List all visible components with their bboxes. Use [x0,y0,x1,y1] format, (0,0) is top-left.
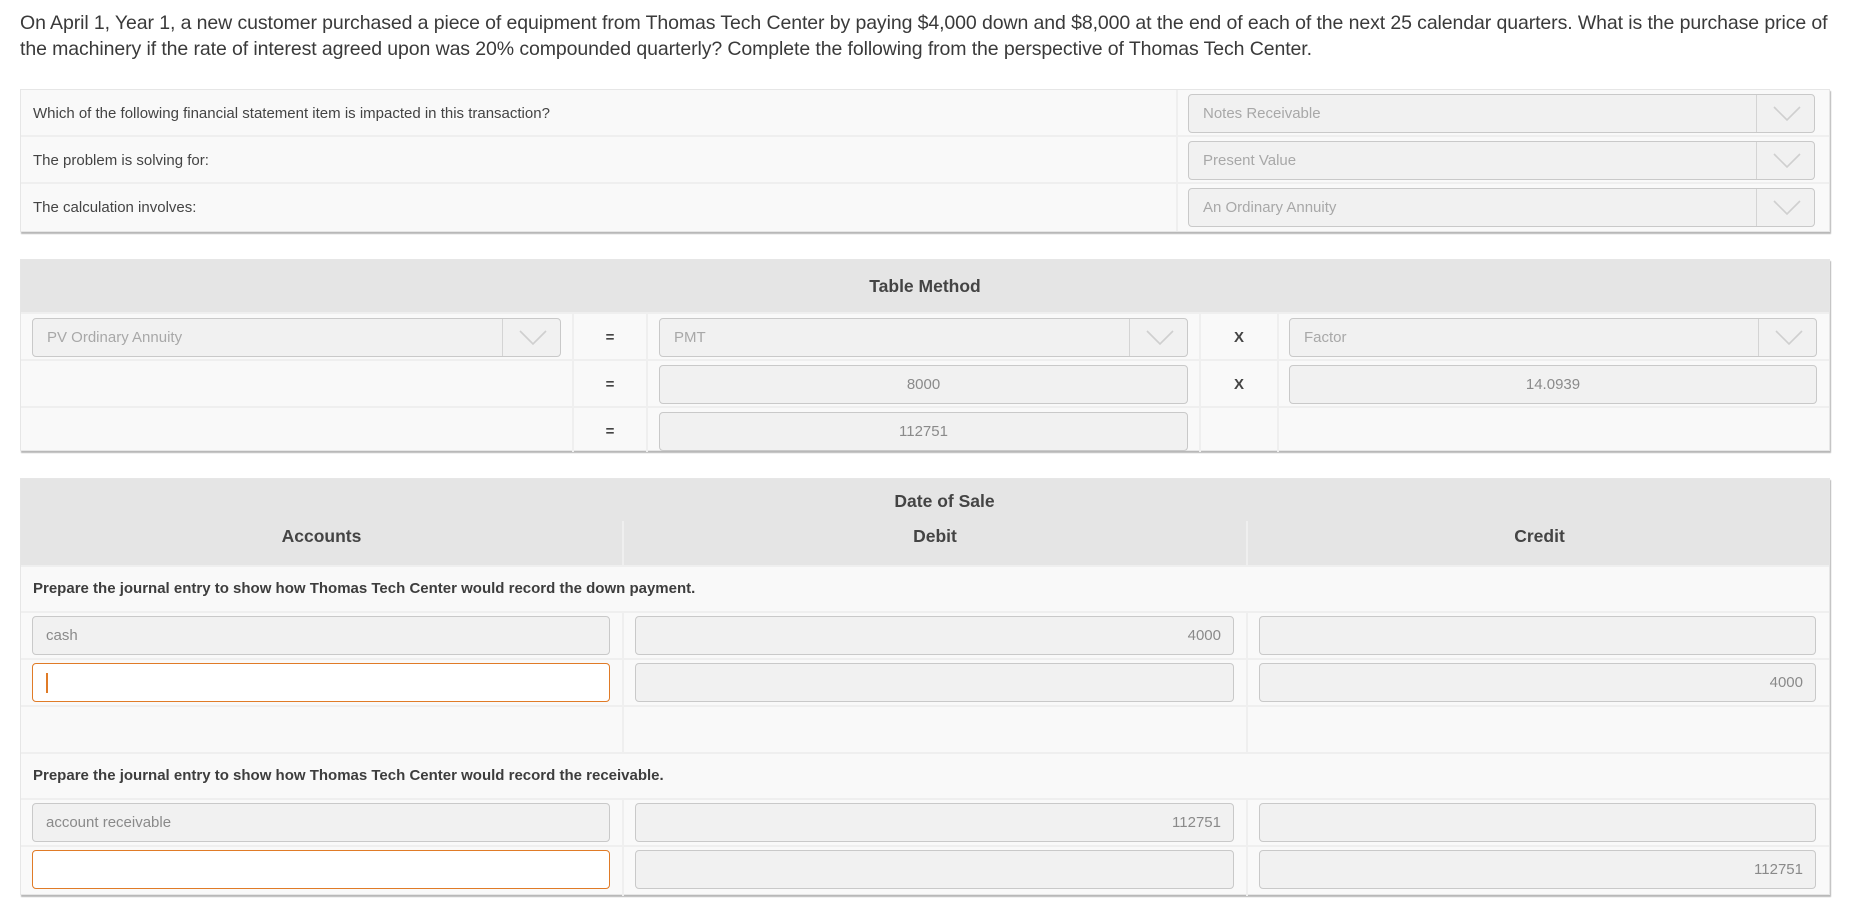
formula-row: = 112751 [21,406,1829,453]
table-method-header: Table Method [21,260,1829,312]
selected-value: Factor [1304,329,1347,346]
journal-line: 112751 [21,845,1829,894]
pmt-value-field[interactable]: 8000 [659,365,1188,404]
question-label: The calculation involves: [33,199,197,216]
question-row: Which of the following financial stateme… [21,90,1829,137]
journal-entry-panel: Date of Sale Accounts Debit Credit Prepa… [20,478,1830,896]
empty-journal-line [21,705,1829,752]
formula-row: = 8000 X 14.0939 [21,359,1829,406]
pv-type-select[interactable]: PV Ordinary Annuity [32,318,561,357]
credit-column-header: Credit [1514,526,1565,546]
pmt-select[interactable]: PMT [659,318,1188,357]
credit-field[interactable] [1259,803,1816,842]
calculation-involves-select[interactable]: An Ordinary Annuity [1188,188,1815,227]
present-value-result-field[interactable]: 112751 [659,412,1188,451]
selected-value: PMT [674,329,706,346]
account-field[interactable]: cash [32,616,610,655]
chevron-down-icon[interactable] [502,319,560,356]
column-divider [1246,521,1248,565]
equals-sign: = [605,329,615,346]
chevron-down-icon[interactable] [1758,319,1816,356]
instruction-row: Prepare the journal entry to show how Th… [21,752,1829,798]
selected-value: PV Ordinary Annuity [47,329,183,346]
multiply-sign: X [1233,376,1244,393]
debit-column-header: Debit [913,526,957,546]
journal-line: 4000 [21,658,1829,705]
debit-field[interactable] [635,850,1234,889]
credit-field[interactable] [1259,616,1816,655]
selected-value: An Ordinary Annuity [1203,199,1337,216]
credit-field[interactable]: 112751 [1259,850,1816,889]
equals-sign: = [605,423,615,440]
account-field[interactable] [32,663,610,702]
credit-field[interactable]: 4000 [1259,663,1816,702]
factor-value-field[interactable]: 14.0939 [1289,365,1817,404]
account-field[interactable] [32,850,610,889]
column-divider [622,521,624,565]
instruction-row: Prepare the journal entry to show how Th… [21,565,1829,611]
accounts-column-header: Accounts [281,526,362,546]
chevron-down-icon[interactable] [1756,142,1814,179]
question-text: On April 1, Year 1, a new customer purch… [20,12,1828,60]
text-cursor [46,673,48,693]
debit-field[interactable]: 4000 [635,616,1234,655]
selected-value: Present Value [1203,152,1297,169]
factor-select[interactable]: Factor [1289,318,1817,357]
question-row: The problem is solving for: Present Valu… [21,137,1829,184]
instruction-text: Prepare the journal entry to show how Th… [33,580,696,597]
journal-line: account receivable 112751 [21,798,1829,845]
question-label: The problem is solving for: [33,152,209,169]
chevron-down-icon[interactable] [1129,319,1187,356]
solving-for-select[interactable]: Present Value [1188,141,1815,180]
question-panel: Which of the following financial stateme… [20,89,1830,232]
formula-row: PV Ordinary Annuity = PMT X Factor [21,312,1829,359]
table-method-panel: Table Method PV Ordinary Annuity = PMT X… [20,259,1830,453]
chevron-down-icon[interactable] [1756,95,1814,132]
question-row: The calculation involves: An Ordinary An… [21,184,1829,231]
account-field[interactable]: account receivable [32,803,610,842]
equals-sign: = [605,376,615,393]
date-of-sale-header: Date of Sale [894,491,995,511]
statement-item-select[interactable]: Notes Receivable [1188,94,1815,133]
question-label: Which of the following financial stateme… [33,105,550,122]
table-method-title: Table Method [869,276,981,296]
selected-value: Notes Receivable [1203,105,1321,122]
journal-header: Date of Sale Accounts Debit Credit [21,479,1829,565]
multiply-sign: X [1233,329,1244,346]
debit-field[interactable] [635,663,1234,702]
chevron-down-icon[interactable] [1756,189,1814,226]
debit-field[interactable]: 112751 [635,803,1234,842]
journal-line: cash 4000 [21,611,1829,658]
instruction-text: Prepare the journal entry to show how Th… [33,767,664,784]
